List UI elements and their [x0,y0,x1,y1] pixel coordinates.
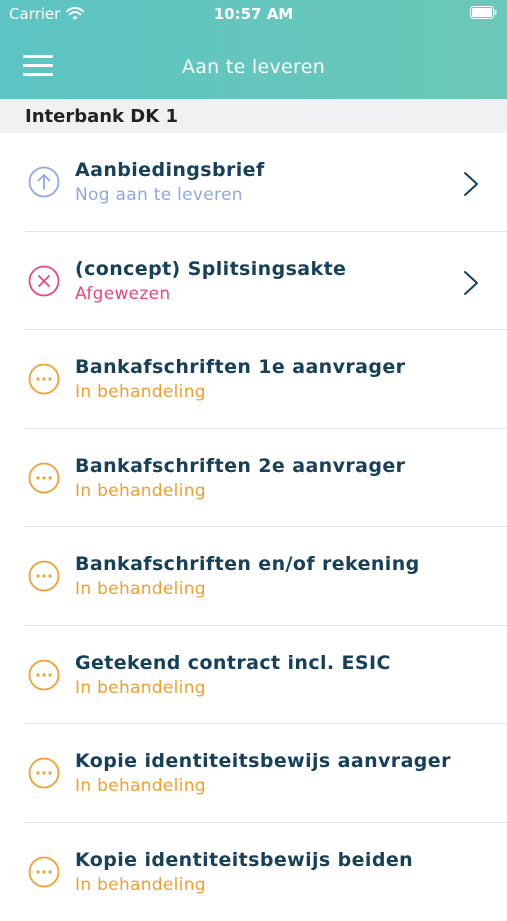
section-title: Interbank DK 1 [25,106,178,127]
rejected-x-icon [28,265,60,297]
item-title: Kopie identiteitsbewijs beiden [75,849,413,871]
document-list: Aanbiedingsbrief Nog aan te leveren (con… [0,133,507,921]
section-header: Interbank DK 1 [0,99,507,133]
pending-dots-icon [28,363,60,395]
pending-dots-icon [28,856,60,888]
item-status: In behandeling [75,382,206,402]
item-status: Afgewezen [75,284,170,304]
page-title: Aan te leveren [0,56,507,78]
app-header: Carrier 10:57 AM Aan te leveren [0,0,507,99]
item-title: Bankafschriften en/of rekening [75,553,420,575]
pending-dots-icon [28,757,60,789]
list-item[interactable]: Bankafschriften en/of rekening In behand… [0,527,507,626]
item-status: In behandeling [75,875,206,895]
item-status: In behandeling [75,776,206,796]
pending-dots-icon [28,659,60,691]
item-status: In behandeling [75,579,206,599]
list-item[interactable]: Kopie identiteitsbewijs aanvrager In beh… [0,724,507,823]
list-item[interactable]: Aanbiedingsbrief Nog aan te leveren [0,133,507,232]
clock: 10:57 AM [0,5,507,23]
list-item[interactable]: Getekend contract incl. ESIC In behandel… [0,626,507,725]
list-item[interactable]: (concept) Splitsingsakte Afgewezen [0,232,507,331]
item-title: (concept) Splitsingsakte [75,258,346,280]
item-title: Aanbiedingsbrief [75,159,265,181]
list-item[interactable]: Bankafschriften 1e aanvrager In behandel… [0,330,507,429]
upload-arrow-icon [28,166,60,198]
item-status: In behandeling [75,678,206,698]
pending-dots-icon [28,560,60,592]
pending-dots-icon [28,462,60,494]
chevron-right-icon[interactable] [462,269,480,297]
item-title: Kopie identiteitsbewijs aanvrager [75,750,451,772]
item-status: In behandeling [75,481,206,501]
status-bar: Carrier 10:57 AM [0,0,507,28]
navigation-bar: Aan te leveren [0,28,507,99]
list-item[interactable]: Bankafschriften 2e aanvrager In behandel… [0,429,507,528]
item-title: Bankafschriften 1e aanvrager [75,356,405,378]
list-item[interactable]: Kopie identiteitsbewijs beiden In behand… [0,823,507,921]
item-title: Getekend contract incl. ESIC [75,652,391,674]
item-status: Nog aan te leveren [75,185,243,205]
chevron-right-icon[interactable] [462,170,480,198]
battery-icon [470,6,497,19]
item-title: Bankafschriften 2e aanvrager [75,455,405,477]
